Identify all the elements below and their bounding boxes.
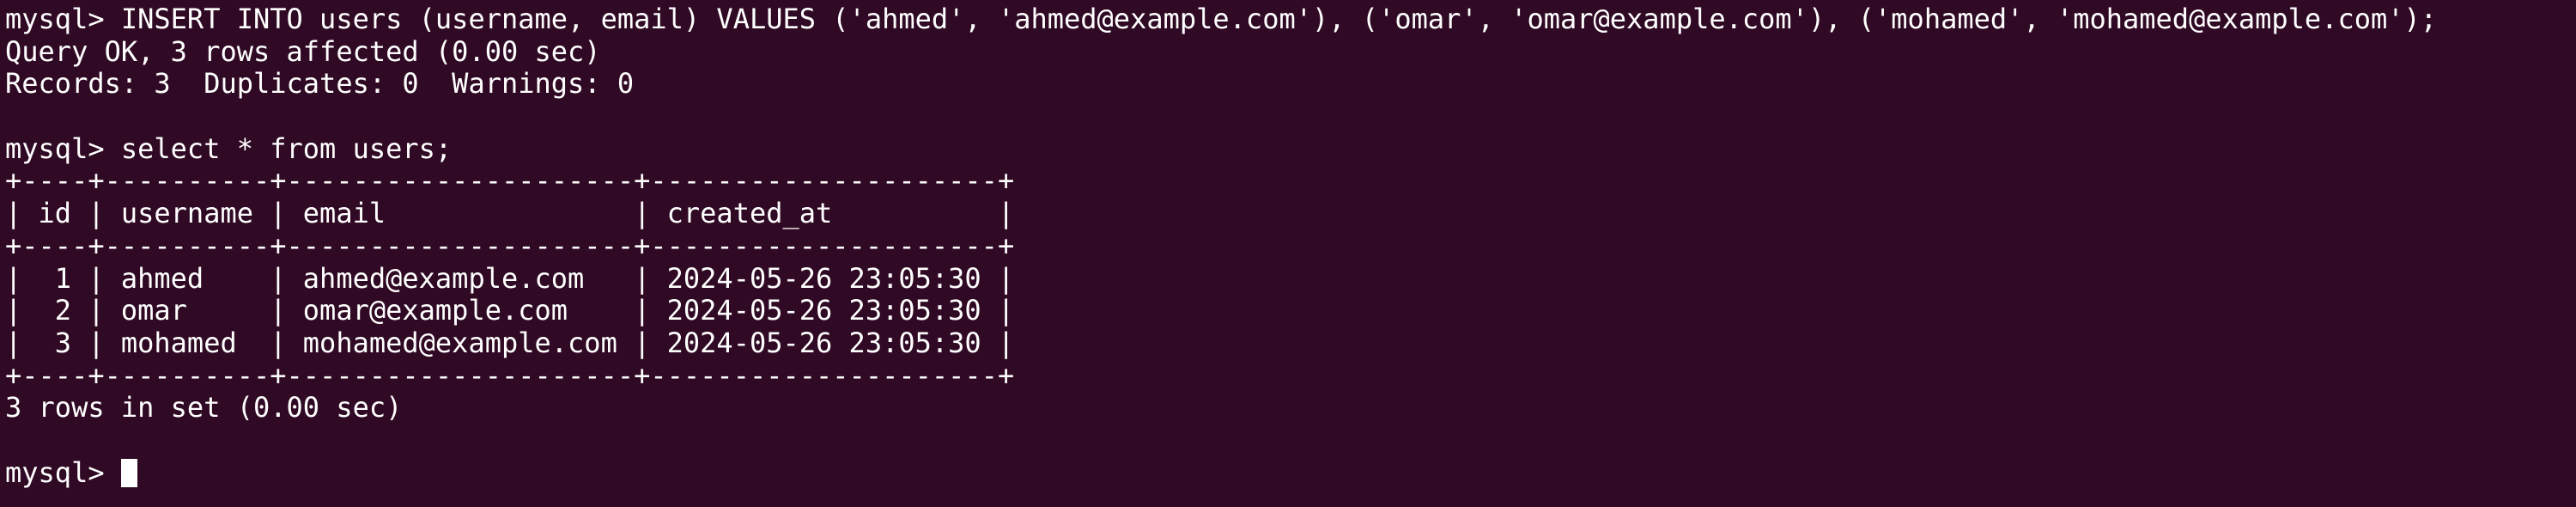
rows-in-set-line: 3 rows in set (0.00 sec) — [5, 391, 403, 425]
table-header-row: | id | username | email | created_at | — [5, 197, 1015, 230]
table-border-header: +----+----------+---------------------+-… — [5, 229, 1015, 262]
select-command-line: mysql> select * from users; — [5, 131, 453, 165]
terminal-window[interactable]: mysql> INSERT INTO users (username, emai… — [0, 0, 2576, 507]
query-ok-line: Query OK, 3 rows affected (0.00 sec) — [5, 34, 601, 68]
prompt-line[interactable]: mysql> — [5, 455, 2576, 490]
records-summary-line: Records: 3 Duplicates: 0 Warnings: 0 — [5, 67, 635, 101]
table-border-bottom: +----+----------+---------------------+-… — [5, 358, 1015, 392]
table-row: | 3 | mohamed | mohamed@example.com | 20… — [5, 326, 1015, 359]
text-cursor[interactable] — [120, 458, 137, 487]
mysql-prompt: mysql> — [5, 455, 121, 489]
table-row: | 1 | ahmed | ahmed@example.com | 2024-0… — [5, 261, 1015, 295]
table-row: | 2 | omar | omar@example.com | 2024-05-… — [5, 294, 1015, 327]
table-border-top: +----+----------+---------------------+-… — [5, 164, 1015, 198]
insert-command-line: mysql> INSERT INTO users (username, emai… — [5, 3, 2438, 35]
